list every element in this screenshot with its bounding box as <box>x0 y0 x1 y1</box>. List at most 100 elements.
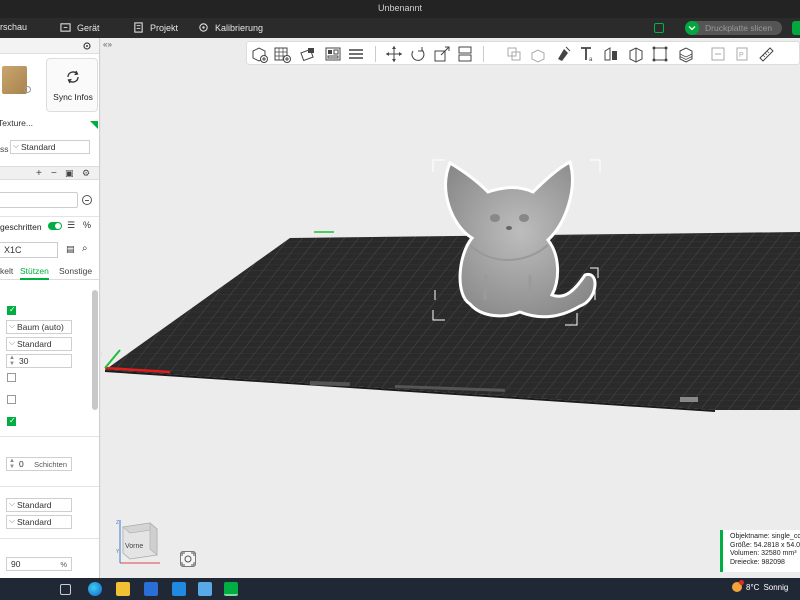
object-triangles: Dreiecke: 982098 <box>730 558 785 566</box>
print-button[interactable] <box>792 21 800 35</box>
edited-indicator <box>90 121 98 129</box>
bambu-studio-icon[interactable] <box>224 582 238 596</box>
color-paint-icon[interactable] <box>627 45 645 63</box>
assembly-icon[interactable] <box>709 45 727 63</box>
support-style-select[interactable]: Standard <box>6 336 72 351</box>
place-on-face-icon[interactable] <box>456 45 474 63</box>
os-taskbar: 8°C Sonnig <box>0 578 800 600</box>
3d-viewport[interactable]: «» <box>101 38 800 578</box>
save-preset-icon[interactable]: ▣ <box>65 168 74 179</box>
object-info-panel: Objektname: single_cc Größe: 54.2818 x 5… <box>720 530 800 572</box>
y-axis-label: Y <box>116 549 120 555</box>
remove-circle-icon[interactable] <box>82 195 92 205</box>
pattern-select-1[interactable]: Standard <box>6 497 72 512</box>
tab-supports[interactable]: Stützen <box>20 266 49 280</box>
slice-layers-icon[interactable] <box>677 45 695 63</box>
store-icon[interactable] <box>144 582 158 596</box>
zoom-fit-icon[interactable] <box>180 551 196 567</box>
tab-quality[interactable]: kelt <box>0 266 13 276</box>
divider <box>0 486 99 487</box>
weather-temp: 8°C <box>746 582 760 592</box>
slice-plate-label: Druckplatte slicen <box>705 23 773 33</box>
printer-select[interactable]: X1C <box>0 242 58 258</box>
divider <box>0 216 99 217</box>
settings-tabs: kelt Stützen Sonstige <box>0 264 99 280</box>
minus-icon[interactable]: − <box>51 168 57 179</box>
assembly-view-icon[interactable]: P <box>733 45 751 63</box>
build-plate-scene <box>101 159 800 412</box>
menu-calibration[interactable]: Kalibrierung <box>198 22 263 33</box>
panel-scrollbar[interactable] <box>92 290 98 410</box>
pattern-select-2[interactable]: Standard <box>6 514 72 529</box>
layers-value: 0 <box>19 459 24 469</box>
slice-plate-button[interactable]: Druckplatte slicen <box>685 21 782 35</box>
critical-regions-checkbox[interactable] <box>7 416 16 426</box>
menu-preview[interactable]: rschau <box>0 22 27 32</box>
first-layer-checkbox[interactable] <box>7 373 16 382</box>
list-icon[interactable]: ☰ <box>67 220 75 231</box>
on-build-plate-checkbox[interactable] <box>7 395 16 404</box>
search-icon[interactable]: ⌕ <box>82 243 88 254</box>
add-plate-icon[interactable] <box>273 45 291 63</box>
rotate-icon[interactable] <box>409 45 427 63</box>
plus-icon[interactable]: + <box>36 168 42 179</box>
threshold-angle-input[interactable]: ▲ ▼ 30 <box>6 354 72 368</box>
view-cube[interactable]: Vorne Z Y <box>115 515 165 570</box>
measure-icon[interactable] <box>651 45 669 63</box>
texture-label: Texture... <box>0 118 33 128</box>
stepper-icon[interactable]: ▲ ▼ <box>9 355 15 367</box>
ruler-icon[interactable] <box>757 45 775 63</box>
app-icon[interactable] <box>198 582 212 596</box>
file-explorer-icon[interactable] <box>116 582 130 596</box>
search-input[interactable] <box>0 192 78 208</box>
gear-icon[interactable] <box>82 41 92 51</box>
texture-tile[interactable]: Texture... <box>0 58 40 148</box>
object-volume: Volumen: 32580 mm³ <box>730 550 797 557</box>
stepper-icon[interactable]: ▲ ▼ <box>9 458 15 470</box>
move-icon[interactable] <box>385 45 403 63</box>
orient-icon[interactable] <box>299 45 317 63</box>
sync-infos-button[interactable]: Sync Infos <box>46 58 98 112</box>
add-object-icon[interactable] <box>250 45 268 63</box>
scale-icon[interactable] <box>433 45 451 63</box>
title-bar: Unbenannt <box>0 0 800 18</box>
support-paint-icon[interactable] <box>554 45 572 63</box>
weather-text: Sonnig <box>763 582 789 592</box>
text-icon[interactable]: a <box>578 45 596 63</box>
divider <box>0 436 99 437</box>
process-prefix: ss <box>0 144 9 154</box>
percent-input[interactable]: 90 % <box>6 557 72 571</box>
svg-text:P: P <box>739 52 744 59</box>
task-view-icon[interactable] <box>60 584 71 595</box>
menu-device-label: Gerät <box>77 22 100 33</box>
seam-icon[interactable] <box>602 45 620 63</box>
layers-input[interactable]: ▲ ▼ 0 Schichten <box>6 457 72 471</box>
percent-icon[interactable]: % <box>83 220 91 230</box>
boolean-icon[interactable] <box>529 45 547 63</box>
arrange-icon[interactable] <box>324 45 342 63</box>
edge-browser-icon[interactable] <box>88 582 102 596</box>
main-toolbar: a P <box>246 41 800 65</box>
process-select[interactable]: Standard <box>10 139 90 154</box>
settings-icon[interactable]: ⚙ <box>82 168 90 179</box>
sync-icon <box>67 70 79 84</box>
mail-icon[interactable] <box>172 582 186 596</box>
menu-project[interactable]: Projekt <box>133 22 178 33</box>
support-type-select[interactable]: Baum (auto) <box>6 319 72 334</box>
device-icon <box>60 23 71 32</box>
menu-preview-label: rschau <box>0 22 28 32</box>
cut-icon[interactable] <box>505 45 523 63</box>
enable-support-checkbox[interactable] <box>7 305 16 315</box>
menu-device[interactable]: Gerät <box>60 22 100 33</box>
info-icon[interactable] <box>24 86 31 93</box>
tab-others[interactable]: Sonstige <box>59 266 92 276</box>
menu-project-label: Projekt <box>150 22 179 33</box>
advanced-toggle[interactable] <box>48 222 62 230</box>
project-icon <box>134 22 143 33</box>
save-icon[interactable]: ▤ <box>66 244 75 255</box>
z-axis-label: Z <box>116 520 119 526</box>
multi-plate-icon[interactable] <box>654 23 664 33</box>
sun-icon <box>732 580 744 592</box>
weather-widget[interactable]: 8°C Sonnig <box>732 580 789 592</box>
layers-icon[interactable] <box>347 45 365 63</box>
